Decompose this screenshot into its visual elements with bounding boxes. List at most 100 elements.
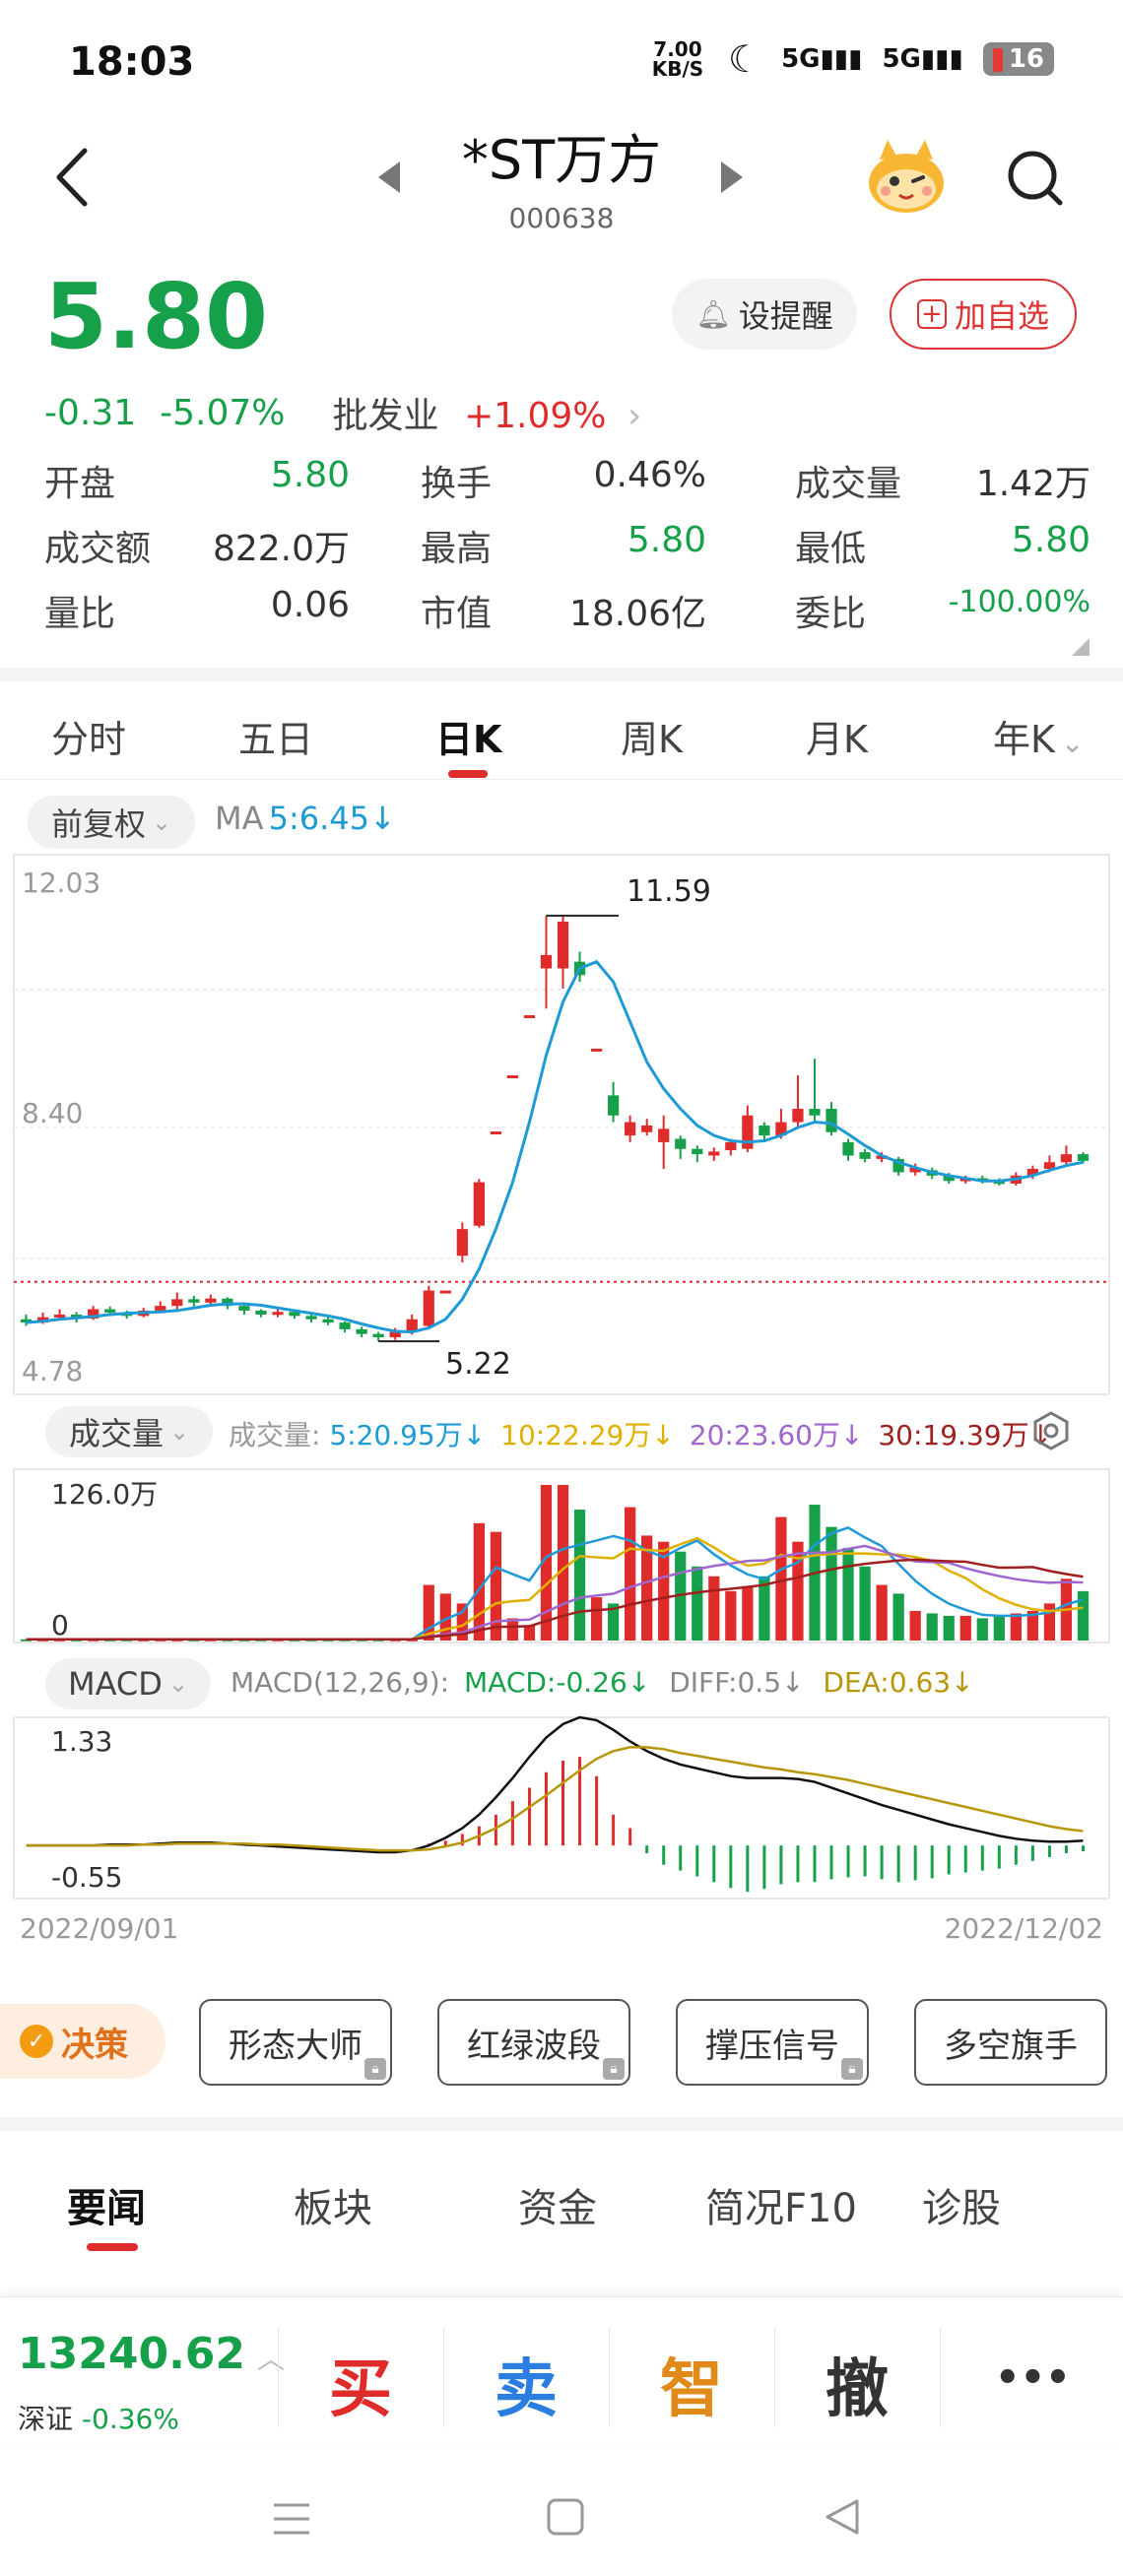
- candle-body: [473, 1182, 485, 1226]
- news-tab-funds[interactable]: 资金: [518, 2176, 597, 2233]
- kline-y-mid: 8.40: [22, 1097, 84, 1129]
- section-divider: [0, 668, 1123, 681]
- candle-body: [540, 954, 553, 969]
- system-nav-bar: [0, 2462, 1123, 2576]
- prev-stock-arrow-icon[interactable]: [374, 160, 404, 195]
- stat-label: 量比: [44, 594, 116, 634]
- candle-body: [490, 1131, 502, 1135]
- news-tab-underline: [87, 2243, 138, 2251]
- stat-value: 5.80: [1011, 520, 1090, 560]
- more-button[interactable]: •••: [995, 2355, 1071, 2401]
- stock-name: *ST万方: [461, 129, 662, 191]
- add-watchlist-button[interactable]: + 加自选: [890, 279, 1077, 350]
- sell-button[interactable]: 卖: [495, 2339, 558, 2429]
- candle-body: [625, 1122, 636, 1136]
- tab-monthly-k[interactable]: 月K: [806, 709, 868, 763]
- index-name: 深证 -0.36%: [18, 2403, 179, 2435]
- next-stock-arrow-icon[interactable]: [717, 160, 747, 195]
- candle-body: [238, 1306, 250, 1311]
- settings-hex-icon[interactable]: [1030, 1410, 1072, 1451]
- stat-item: 开盘 5.80: [44, 455, 350, 506]
- chevron-down-icon: ⌄: [168, 1418, 190, 1446]
- candle-body: [523, 1014, 536, 1018]
- candle-body: [305, 1316, 317, 1320]
- chart-tabs: [0, 689, 1123, 780]
- change-row: -0.31 -5.07% 批发业 +1.09% ›: [44, 387, 641, 438]
- news-tab-sector[interactable]: 板块: [294, 2176, 372, 2233]
- candle-body: [641, 1125, 653, 1132]
- section-divider: [0, 2117, 1123, 2131]
- news-tab-f10[interactable]: 简况F10: [705, 2176, 857, 2233]
- news-tab-headlines[interactable]: 要闻: [67, 2176, 146, 2233]
- signal-5g-icon: 5G▮▮▮: [882, 44, 963, 74]
- status-time: 18:03: [69, 39, 195, 85]
- set-alert-button[interactable]: 🔔︎ 设提醒: [672, 279, 857, 350]
- volume-y-top: 126.0万: [51, 1478, 159, 1511]
- stat-label: 委比: [795, 594, 867, 634]
- stat-item: 成交额 822.0万: [44, 520, 350, 571]
- decision-badge[interactable]: ✓ 决策: [0, 2004, 165, 2079]
- stat-value: 5.80: [270, 455, 350, 495]
- search-icon[interactable]: [1003, 146, 1066, 209]
- candle-body: [792, 1108, 804, 1123]
- tool-red-green-band[interactable]: 红绿波段 🔒︎: [437, 1999, 630, 2086]
- adjust-select[interactable]: 前复权 ⌄: [28, 796, 195, 849]
- tab-five-day[interactable]: 五日: [238, 709, 313, 763]
- tab-weekly-k[interactable]: 周K: [621, 709, 683, 763]
- candle-body: [372, 1333, 384, 1338]
- back-nav-icon[interactable]: [820, 2495, 863, 2539]
- candle-body: [809, 1108, 821, 1116]
- net-speed: 7.00 KB/S: [651, 37, 704, 81]
- volume-bar: [859, 1566, 871, 1641]
- stat-value: 0.06: [270, 585, 350, 625]
- volume-y-zero: 0: [51, 1609, 69, 1642]
- volume-bar: [993, 1615, 1005, 1641]
- volume-legend: 成交量: 5:20.95万↓ 10:22.29万↓ 20:23.60万↓ 30:…: [229, 1419, 1053, 1451]
- cancel-order-button[interactable]: 撤: [826, 2339, 889, 2429]
- menu-icon[interactable]: [270, 2497, 313, 2541]
- buy-button[interactable]: 买: [329, 2339, 392, 2429]
- volume-bar: [842, 1547, 854, 1641]
- volume-ma5-line: [26, 1526, 1084, 1641]
- tab-yearly-k[interactable]: 年K ⌄: [993, 709, 1084, 763]
- back-icon[interactable]: [47, 143, 97, 212]
- low-marker-label: 5.22: [445, 1347, 511, 1382]
- stock-chart[interactable]: [0, 847, 1123, 1960]
- volume-bar: [826, 1526, 837, 1641]
- tab-daily-k[interactable]: 日K: [435, 709, 501, 763]
- volume-bar: [943, 1615, 955, 1641]
- tool-support-pressure[interactable]: 撑压信号 🔒︎: [676, 1999, 869, 2086]
- stat-label: 最高: [421, 529, 493, 569]
- volume-bar: [926, 1613, 938, 1641]
- sector-link[interactable]: 批发业 +1.09% ›: [333, 387, 642, 438]
- news-tab-diagnose[interactable]: 诊股: [922, 2176, 1001, 2233]
- tool-long-short[interactable]: 多空旗手: [914, 1999, 1107, 2086]
- ma5-line: [26, 959, 1084, 1334]
- volume-ma30-line: [26, 1558, 1084, 1641]
- candle-body: [53, 1314, 66, 1318]
- macd-select[interactable]: MACD ⌄: [45, 1658, 211, 1709]
- stat-item: 量比 0.06: [44, 585, 350, 636]
- tool-pattern-master[interactable]: 形态大师 🔒︎: [199, 1999, 392, 2086]
- tab-intraday[interactable]: 分时: [51, 709, 126, 763]
- candle-body: [557, 921, 569, 969]
- stock-code: 000638: [508, 202, 615, 234]
- candle-body: [607, 1095, 620, 1116]
- expand-corner-icon[interactable]: [1072, 638, 1090, 656]
- volume-select[interactable]: 成交量 ⌄: [45, 1406, 213, 1457]
- home-icon[interactable]: [544, 2495, 587, 2539]
- candle-body: [506, 1075, 519, 1079]
- mascot-icon[interactable]: [862, 138, 951, 217]
- status-icons: 7.00 KB/S ☾ 5G▮▮▮ 5G▮▮▮ 16: [647, 37, 1054, 81]
- lock-icon: 🔒︎: [603, 2058, 625, 2080]
- smart-trade-button[interactable]: 智: [660, 2339, 723, 2429]
- stat-value: -100.00%: [948, 585, 1090, 619]
- candle-body: [205, 1298, 217, 1303]
- volume-bar: [473, 1522, 485, 1641]
- index-value[interactable]: 13240.62 ︿: [18, 2329, 285, 2379]
- stat-value: 5.80: [627, 520, 706, 560]
- chevron-down-icon: ⌄: [1060, 727, 1085, 759]
- volume-bar: [725, 1590, 737, 1641]
- candle-body: [155, 1306, 166, 1311]
- stat-label: 开盘: [44, 464, 116, 504]
